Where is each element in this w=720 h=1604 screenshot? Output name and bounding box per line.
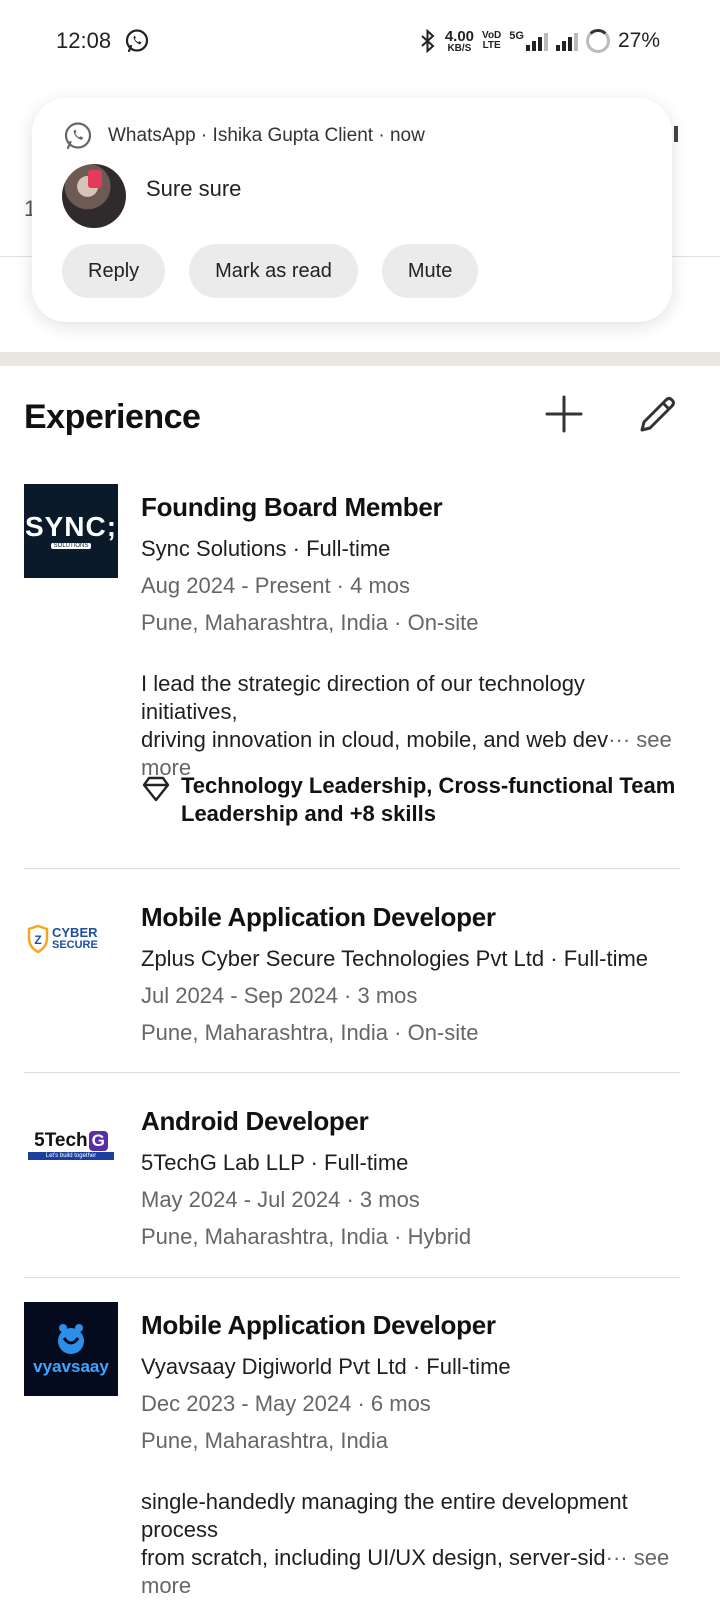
notification-header: WhatsApp · Ishika Gupta Client · now — [62, 120, 425, 152]
add-experience-icon[interactable] — [544, 394, 584, 434]
job-description[interactable]: single-handedly managing the entire deve… — [141, 1488, 681, 1600]
signal-sim2-icon — [555, 31, 578, 51]
experience-heading: Experience — [24, 398, 201, 436]
edit-pencil-icon[interactable] — [636, 394, 678, 436]
svg-text:CYBER: CYBER — [52, 925, 98, 940]
volte-indicator: VoD LTE — [482, 30, 502, 51]
battery-ring-icon — [585, 29, 610, 53]
sync-solutions-logo[interactable]: SYNC; SOLUTIONS — [24, 484, 118, 578]
job-company: 5TechG Lab LLP · Full-time — [141, 1150, 409, 1175]
battery-percent: 27% — [617, 29, 660, 52]
signal-bars-icon — [525, 31, 548, 51]
job-dates: Jul 2024 - Sep 2024 · 3 mos — [141, 983, 418, 1008]
job-title[interactable]: Android Developer — [141, 1106, 369, 1137]
entry-divider — [24, 868, 680, 869]
job-location: Pune, Maharashtra, India · On-site — [141, 610, 479, 635]
svg-text:Z: Z — [34, 933, 41, 947]
job-title[interactable]: Mobile Application Developer — [141, 902, 496, 933]
vyavsaay-logo-mark — [58, 1324, 84, 1354]
skills-summary[interactable]: Technology Leadership, Cross-functional … — [141, 772, 681, 828]
entry-divider — [24, 1277, 680, 1278]
background-mark — [674, 126, 678, 142]
job-location: Pune, Maharashtra, India · Hybrid — [141, 1224, 472, 1249]
entry-divider — [24, 1072, 680, 1073]
5techg-lab-logo[interactable]: 5Tech G Let's build together — [24, 1098, 118, 1192]
job-dates: Aug 2024 - Present · 4 mos — [141, 573, 411, 598]
section-separator — [0, 352, 720, 366]
network-speed: 4.00 KB/S — [444, 27, 475, 54]
job-dates: Dec 2023 - May 2024 · 6 mos — [141, 1391, 431, 1416]
vyavsaay-logo[interactable]: vyavsaay — [24, 1302, 118, 1396]
job-company: Sync Solutions · Full-time — [141, 536, 391, 561]
job-company: Vyavsaay Digiworld Pvt Ltd · Full-time — [141, 1354, 511, 1379]
signal-sim1: 5G — [509, 31, 548, 51]
skills-diamond-icon — [142, 776, 170, 802]
job-location: Pune, Maharashtra, India — [141, 1428, 389, 1453]
mute-button[interactable]: Mute — [381, 244, 479, 298]
job-location: Pune, Maharashtra, India · On-site — [141, 1020, 479, 1045]
svg-text:SECURE: SECURE — [52, 939, 98, 951]
status-bar: 12:08 4.00 KB/S VoD LTE 5G 27% — [0, 0, 720, 84]
job-company: Zplus Cyber Secure Technologies Pvt Ltd … — [141, 946, 649, 971]
whatsapp-icon — [64, 122, 92, 150]
status-icons: 4.00 KB/S VoD LTE 5G 27% — [419, 26, 660, 56]
notification-message: Sure sure — [146, 176, 242, 201]
whatsapp-status-icon — [125, 29, 149, 53]
whatsapp-notification[interactable]: WhatsApp · Ishika Gupta Client · now Sur… — [32, 98, 672, 322]
notification-meta: WhatsApp · Ishika Gupta Client · now — [108, 125, 425, 146]
zplus-cyber-secure-logo[interactable]: Z CYBER SECURE — [24, 893, 118, 987]
notification-actions: Reply Mark as read Mute — [62, 244, 479, 298]
mark-as-read-button[interactable]: Mark as read — [189, 244, 358, 298]
job-title[interactable]: Founding Board Member — [141, 492, 443, 523]
job-dates: May 2024 - Jul 2024 · 3 mos — [141, 1187, 420, 1212]
cyber-secure-logo-mark: Z CYBER SECURE — [27, 924, 98, 954]
clock: 12:08 — [56, 28, 112, 53]
bluetooth-icon — [421, 29, 435, 53]
reply-button[interactable]: Reply — [62, 244, 166, 298]
sender-avatar — [62, 164, 126, 228]
job-title[interactable]: Mobile Application Developer — [141, 1310, 496, 1341]
job-description[interactable]: I lead the strategic direction of our te… — [141, 670, 681, 782]
